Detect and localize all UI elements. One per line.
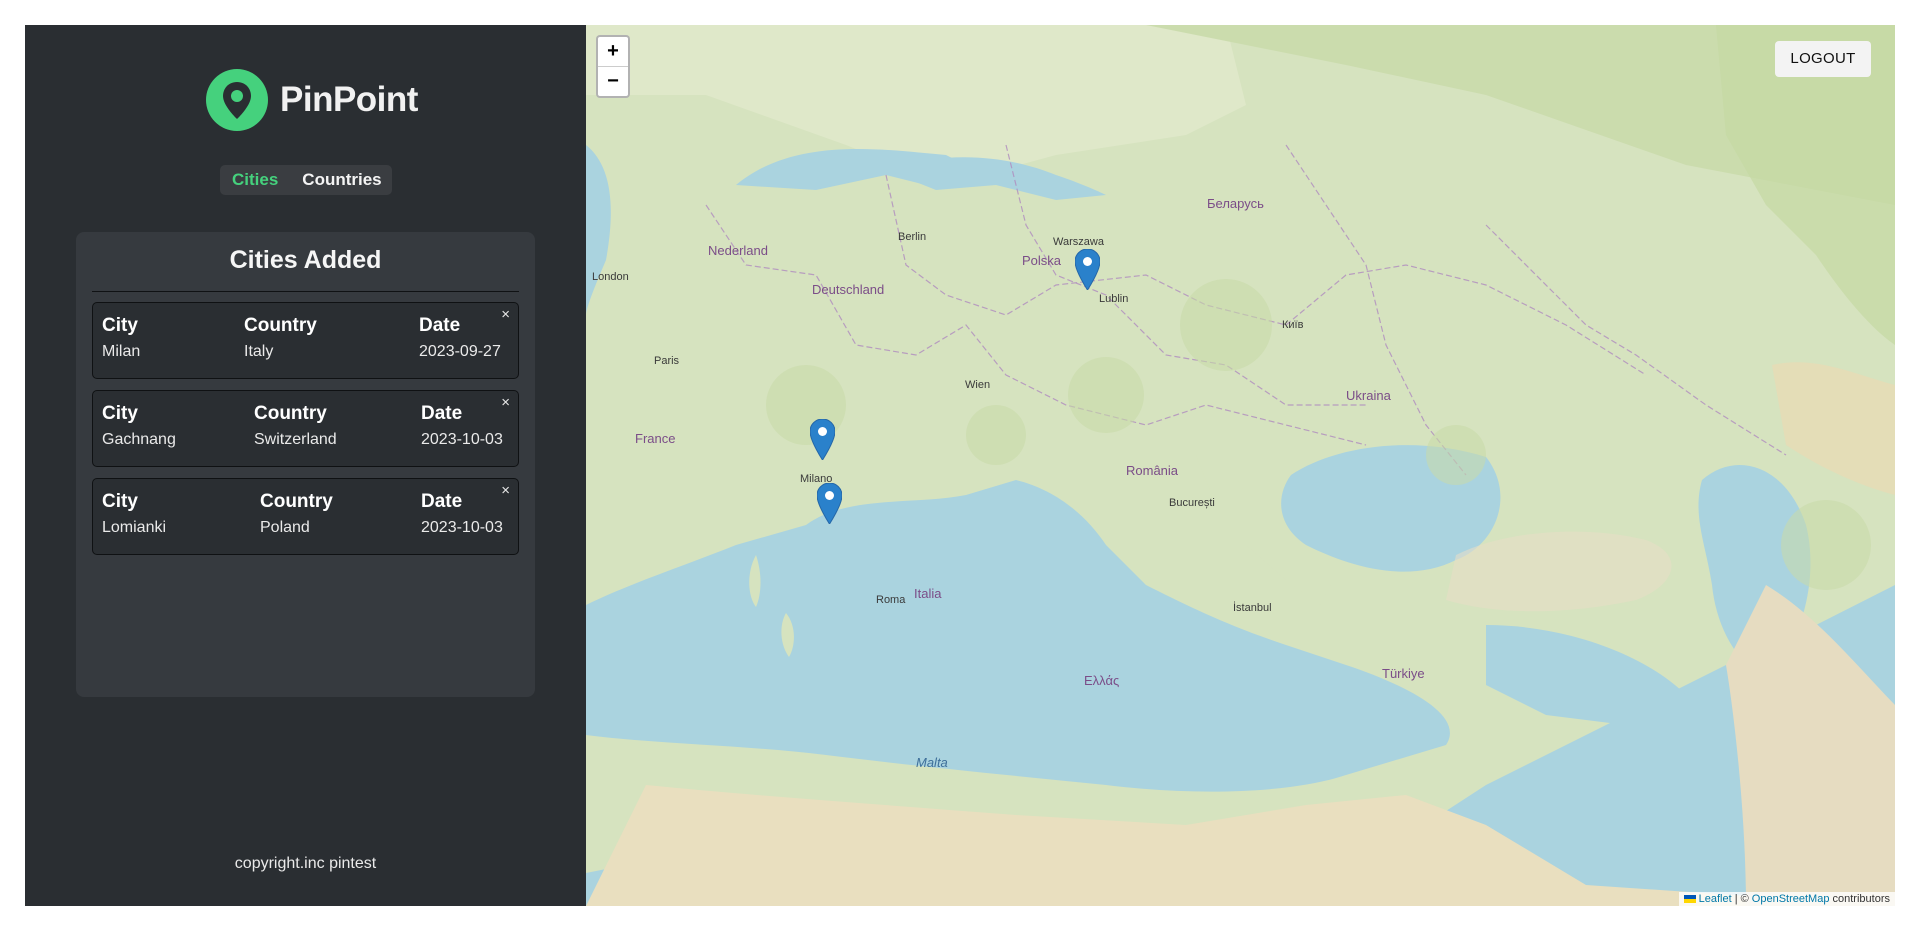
city-value: Gachnang [102, 431, 176, 448]
logo: PinPoint [206, 69, 418, 131]
map-label: Lublin [1099, 293, 1129, 305]
date-value: 2023-10-03 [421, 431, 503, 448]
date-column: Date 2023-09-27 [419, 315, 501, 361]
map-label: Deutschland [812, 282, 885, 297]
city-column: City Milan [102, 315, 140, 361]
date-header: Date [419, 315, 461, 336]
map-marker[interactable] [1075, 249, 1100, 290]
map-label: İstanbul [1233, 602, 1272, 614]
map-label: Berlin [898, 231, 927, 243]
logout-button[interactable]: LOGOUT [1775, 41, 1871, 77]
date-value: 2023-10-03 [421, 519, 503, 536]
view-tabs: Cities Countries [220, 165, 392, 195]
ukraine-flag-icon [1683, 895, 1696, 904]
zoom-in-button[interactable]: + [598, 37, 628, 66]
city-column: City Lomianki [102, 491, 166, 537]
osm-link[interactable]: OpenStreetMap [1752, 893, 1830, 905]
city-header: City [102, 403, 138, 424]
city-value: Milan [102, 343, 141, 360]
map-attribution: Leaflet | © OpenStreetMap contributors [1678, 892, 1895, 906]
city-card[interactable]: × City Gachnang Country Switzerland Date… [92, 390, 519, 467]
map-marker[interactable] [810, 419, 835, 460]
map-label: London [592, 271, 629, 283]
map-label: România [1126, 463, 1179, 478]
date-header: Date [421, 491, 463, 512]
divider [92, 291, 519, 292]
map-label: Malta [916, 755, 948, 770]
country-column: Country Poland [260, 491, 333, 537]
footer-copyright: copyright.inc pintest [234, 855, 377, 872]
date-value: 2023-09-27 [419, 343, 501, 360]
city-column: City Gachnang [102, 403, 176, 449]
map-marker[interactable] [817, 483, 842, 524]
zoom-out-button[interactable]: − [598, 66, 628, 96]
country-value: Poland [260, 519, 310, 536]
map-label: Ελλάς [1084, 673, 1120, 688]
city-header: City [102, 491, 138, 512]
map-label: Беларусь [1207, 196, 1264, 211]
map-label: Київ [1282, 319, 1304, 331]
tab-cities[interactable]: Cities [220, 170, 290, 190]
map-label: Nederland [708, 243, 768, 258]
sidebar: PinPoint Cities Countries Cities Added ×… [25, 25, 586, 906]
map-tiles[interactable] [586, 25, 1895, 906]
attribution-separator: | © [1734, 893, 1749, 905]
city-card[interactable]: × City Lomianki Country Poland Date 2023… [92, 478, 519, 555]
map-label: Ukraina [1346, 388, 1391, 403]
country-value: Switzerland [254, 431, 337, 448]
panel-title: Cities Added [229, 246, 382, 274]
leaflet-link[interactable]: Leaflet [1699, 893, 1732, 905]
city-value: Lomianki [102, 519, 167, 536]
pin-logo-icon [206, 69, 268, 131]
country-header: Country [254, 403, 327, 424]
attribution-contributors: contributors [1832, 893, 1890, 905]
tab-countries[interactable]: Countries [290, 170, 393, 190]
city-header: City [102, 315, 138, 336]
app-name: PinPoint [280, 80, 418, 119]
map-label: Wien [965, 379, 991, 391]
app-root: PinPoint Cities Countries Cities Added ×… [25, 25, 1895, 906]
map-label: Türkiye [1382, 666, 1425, 681]
zoom-control: + − [596, 35, 630, 98]
city-card[interactable]: × City Milan Country Italy Date 2023-09-… [92, 302, 519, 379]
country-value: Italy [244, 343, 274, 360]
map-label: Paris [654, 355, 680, 367]
country-column: Country Italy [244, 315, 317, 361]
map-label: Italia [914, 586, 942, 601]
country-header: Country [244, 315, 317, 336]
remove-city-button[interactable]: × [501, 307, 510, 322]
country-column: Country Switzerland [254, 403, 337, 449]
map-label: București [1169, 497, 1215, 509]
date-column: Date 2023-10-03 [421, 491, 503, 537]
country-header: Country [260, 491, 333, 512]
map-label: Warszawa [1053, 236, 1104, 248]
map-view[interactable]: Nederland Deutschland Polska France Ital… [586, 25, 1895, 906]
date-header: Date [421, 403, 463, 424]
map-label: Roma [876, 594, 906, 606]
date-column: Date 2023-10-03 [421, 403, 503, 449]
map-label: Polska [1022, 253, 1062, 268]
cities-panel: Cities Added × City Milan Country Italy … [76, 232, 535, 697]
map-label: France [635, 431, 676, 446]
